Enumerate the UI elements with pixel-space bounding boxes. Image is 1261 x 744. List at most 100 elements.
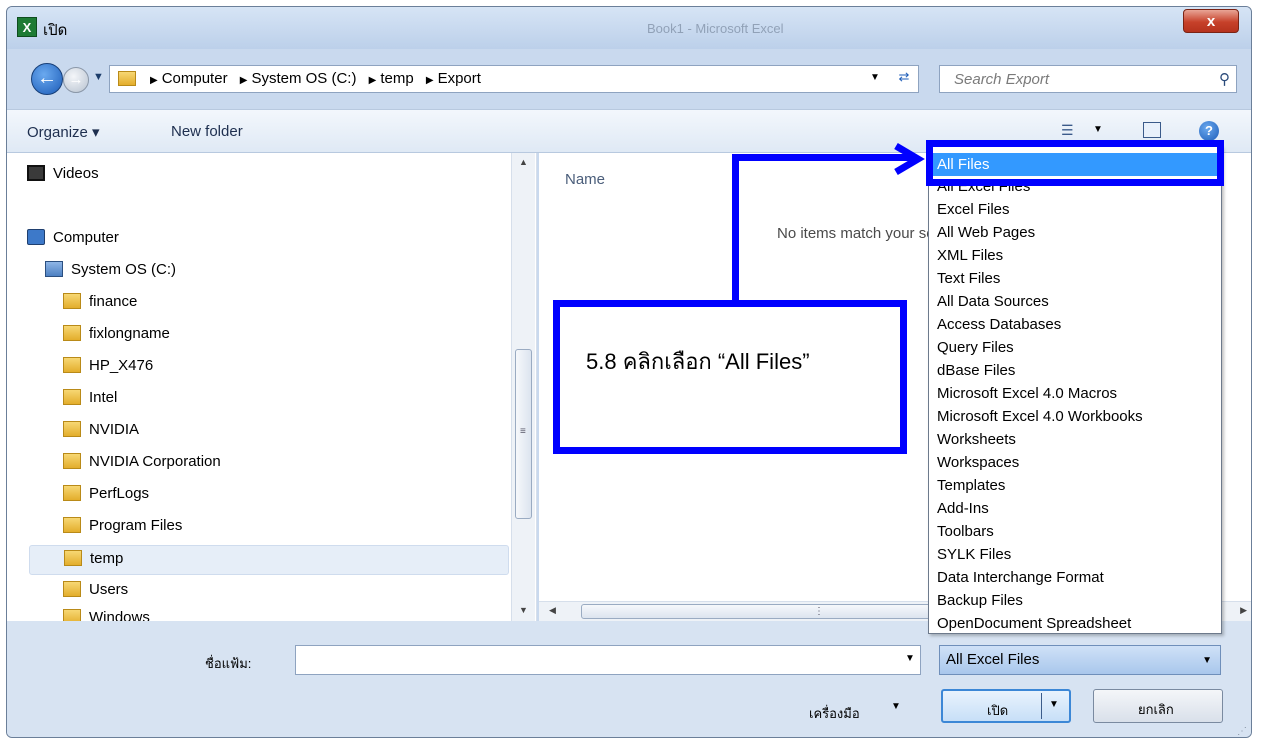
new-folder-button[interactable]: New folder [171, 123, 243, 140]
open-button[interactable]: เปิด ▼ [941, 689, 1071, 723]
instruction-callout: 5.8 คลิกเลือก “All Files” [553, 300, 907, 454]
file-type-option[interactable]: All Web Pages [929, 221, 1221, 244]
help-icon[interactable]: ? [1199, 121, 1219, 141]
file-type-option[interactable]: Workspaces [929, 451, 1221, 474]
scroll-thumb[interactable]: ⋮ [581, 604, 981, 619]
forward-button[interactable]: → [63, 67, 89, 93]
nav-item-label: Program Files [89, 517, 183, 534]
chevron-down-icon[interactable]: ▼ [1202, 655, 1212, 666]
file-type-option[interactable]: XML Files [929, 244, 1221, 267]
file-type-option[interactable]: Backup Files [929, 589, 1221, 612]
folder-icon [64, 550, 82, 566]
connector-line [732, 154, 912, 161]
chevron-down-icon[interactable]: ▼ [870, 72, 880, 83]
scroll-left-icon[interactable]: ◀ [549, 605, 556, 616]
scroll-right-icon[interactable]: ▶ [1240, 605, 1247, 616]
tools-menu[interactable]: เครื่องมือ [809, 703, 860, 724]
chevron-down-icon[interactable]: ▼ [891, 701, 901, 712]
background-window-title: Book1 - Microsoft Excel [647, 21, 784, 36]
file-type-option[interactable]: Microsoft Excel 4.0 Workbooks [929, 405, 1221, 428]
close-button[interactable]: x [1183, 9, 1239, 33]
file-type-option[interactable]: Query Files [929, 336, 1221, 359]
nav-item-label: PerfLogs [89, 485, 150, 502]
nav-item-users[interactable]: Users [63, 577, 363, 607]
breadcrumb: ▶ Computer ▶ System OS (C:) ▶ temp ▶ Export [146, 70, 485, 87]
filename-input[interactable] [295, 645, 921, 675]
folder-icon [63, 517, 81, 533]
file-type-option[interactable]: Templates [929, 474, 1221, 497]
nav-item-perflogs[interactable]: PerfLogs [63, 481, 363, 511]
view-options-icon[interactable]: ☰ [1061, 122, 1074, 139]
resize-grip-icon[interactable]: ⋰ [1237, 726, 1247, 737]
cancel-button[interactable]: ยกเลิก [1093, 689, 1223, 723]
file-type-option[interactable]: Toolbars [929, 520, 1221, 543]
callout-text: 5.8 คลิกเลือก “All Files” [586, 349, 810, 374]
breadcrumb-separator-icon: ▶ [368, 75, 377, 86]
file-type-option[interactable]: Excel Files [929, 198, 1221, 221]
nav-item-windows[interactable]: Windows [63, 605, 363, 621]
file-type-dropdown-list: All Files All Excel Files Excel Files Al… [928, 146, 1222, 634]
breadcrumb-separator-icon: ▶ [239, 75, 248, 86]
nav-item-label: HP_X476 [89, 357, 154, 374]
arrow-icon [894, 142, 925, 176]
file-type-option[interactable]: Access Databases [929, 313, 1221, 336]
chevron-down-icon[interactable]: ▼ [1049, 699, 1059, 710]
file-type-option[interactable]: dBase Files [929, 359, 1221, 382]
search-input[interactable]: Search Export ⚲ [939, 65, 1237, 93]
address-breadcrumb[interactable]: ▶ Computer ▶ System OS (C:) ▶ temp ▶ Export … [109, 65, 919, 93]
back-button[interactable]: ← [31, 63, 63, 95]
search-icon[interactable]: ⚲ [1219, 70, 1230, 88]
breadcrumb-separator-icon: ▶ [425, 75, 434, 86]
file-type-selected-value: All Excel Files [946, 651, 1040, 668]
file-type-option[interactable]: Text Files [929, 267, 1221, 290]
scroll-down-icon[interactable]: ▼ [519, 605, 528, 615]
file-type-option[interactable]: SYLK Files [929, 543, 1221, 566]
highlight-box [926, 140, 1224, 186]
file-type-option[interactable]: Microsoft Excel 4.0 Macros [929, 382, 1221, 405]
nav-item-label: NVIDIA [89, 421, 140, 438]
breadcrumb-separator-icon: ▶ [150, 75, 158, 86]
chevron-down-icon[interactable]: ▼ [1093, 124, 1103, 135]
nav-item-nvidia-corporation[interactable]: NVIDIA Corporation [63, 449, 363, 479]
scroll-up-icon[interactable]: ▲ [519, 157, 528, 167]
breadcrumb-temp[interactable]: temp [380, 70, 413, 87]
nav-item-system-os[interactable]: System OS (C:) [45, 257, 345, 287]
search-placeholder: Search Export [954, 71, 1050, 88]
title-bar: X เปิด Book1 - Microsoft Excel x [7, 7, 1251, 49]
video-icon [27, 165, 45, 181]
file-type-option[interactable]: Add-Ins [929, 497, 1221, 520]
nav-vertical-scrollbar[interactable]: ▲ ≡ ▼ [511, 153, 535, 621]
folder-icon [63, 485, 81, 501]
computer-icon [27, 229, 45, 245]
folder-icon [63, 421, 81, 437]
column-header-name[interactable]: Name [565, 171, 605, 188]
nav-item-program-files[interactable]: Program Files [63, 513, 363, 543]
folder-icon [63, 453, 81, 469]
file-type-option[interactable]: Data Interchange Format [929, 566, 1221, 589]
nav-item-intel[interactable]: Intel [63, 385, 363, 415]
breadcrumb-computer[interactable]: Computer [162, 70, 228, 87]
split-divider [1041, 693, 1042, 719]
nav-item-videos[interactable]: Videos [27, 161, 327, 191]
nav-item-finance[interactable]: finance [63, 289, 363, 319]
nav-item-temp[interactable]: temp [29, 545, 509, 575]
file-type-option[interactable]: All Data Sources [929, 290, 1221, 313]
breadcrumb-export[interactable]: Export [438, 70, 481, 87]
nav-item-label: System OS (C:) [71, 261, 177, 278]
file-type-option[interactable]: OpenDocument Spreadsheet [929, 612, 1221, 635]
nav-item-label: NVIDIA Corporation [89, 453, 221, 470]
nav-item-computer[interactable]: Computer [27, 225, 327, 255]
scroll-thumb[interactable]: ≡ [515, 349, 532, 519]
nav-item-nvidia[interactable]: NVIDIA [63, 417, 363, 447]
folder-icon [63, 581, 81, 597]
breadcrumb-system-os[interactable]: System OS (C:) [251, 70, 356, 87]
nav-item-hp-x476[interactable]: HP_X476 [63, 353, 363, 383]
preview-pane-icon[interactable] [1143, 122, 1161, 138]
refresh-icon[interactable]: ⇄ [892, 69, 916, 89]
organize-button[interactable]: Organize ▾ [27, 123, 100, 141]
file-type-option[interactable]: Worksheets [929, 428, 1221, 451]
dialog-footer: ชื่อแฟ้ม: ▼ All Excel Files ▼ เครื่องมือ… [7, 621, 1251, 737]
file-type-select[interactable]: All Excel Files ▼ [939, 645, 1221, 675]
recent-pages-dropdown[interactable]: ▼ [93, 71, 104, 83]
nav-item-fixlongname[interactable]: fixlongname [63, 321, 363, 351]
